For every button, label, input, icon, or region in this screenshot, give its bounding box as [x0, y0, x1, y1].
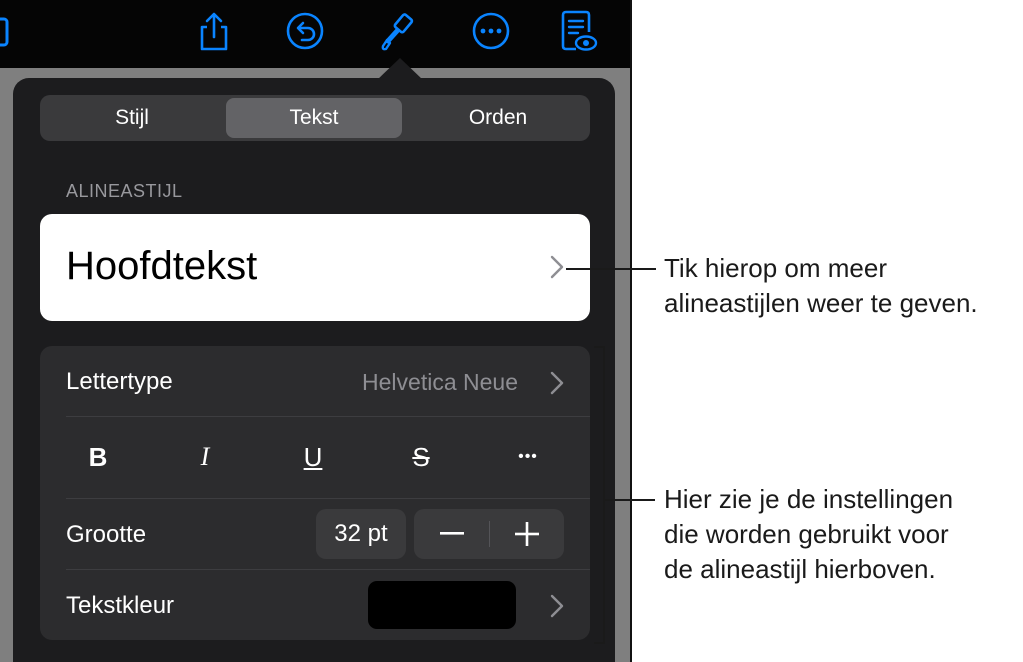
paragraph-style-value: Hoofdtekst — [66, 244, 258, 288]
underline-button[interactable]: U — [283, 427, 343, 487]
callout-bracket-bottom — [594, 642, 605, 644]
text-color-label: Tekstkleur — [66, 592, 175, 619]
format-buttons-row: B I U S ••• — [66, 427, 590, 487]
strikethrough-button[interactable]: S — [391, 427, 451, 487]
increase-size-button[interactable] — [489, 509, 564, 559]
paragraph-style-button[interactable]: Hoofdtekst — [40, 214, 590, 321]
bold-button[interactable]: B — [68, 427, 128, 487]
share-icon[interactable] — [191, 8, 237, 54]
ipad-screen: Stijl Tekst Orden ALINEASTIJL Hoofdtekst… — [0, 0, 631, 662]
text-color-swatch[interactable] — [368, 581, 516, 629]
callout-leader-line — [566, 268, 656, 270]
more-icon[interactable] — [468, 8, 514, 54]
font-size-stepper — [414, 509, 564, 559]
tab-stijl[interactable]: Stijl — [44, 98, 220, 138]
chevron-right-icon — [550, 371, 564, 400]
font-size-field[interactable]: 32 pt — [316, 509, 406, 559]
reader-view-icon[interactable] — [555, 8, 601, 54]
divider — [66, 416, 590, 417]
size-label: Grootte — [66, 521, 147, 548]
undo-icon[interactable] — [282, 8, 328, 54]
tab-orden[interactable]: Orden — [410, 98, 586, 138]
format-popover: Stijl Tekst Orden ALINEASTIJL Hoofdtekst… — [13, 78, 615, 662]
callout-bracket-top — [594, 346, 605, 348]
callout-1-line-1: Tik hierop om meer — [664, 253, 887, 283]
chevron-right-icon — [550, 255, 564, 284]
screen-edge — [630, 0, 632, 662]
text-settings-card: Lettertype Helvetica Neue B I U S ••• Gr… — [40, 346, 590, 640]
format-brush-icon[interactable] — [374, 8, 420, 54]
tab-tekst[interactable]: Tekst — [226, 98, 402, 138]
chevron-right-icon — [550, 594, 564, 623]
callout-text-1: Tik hierop om meer alineastijlen weer te… — [664, 251, 978, 321]
callout-1-line-2: alineastijlen weer te geven. — [664, 288, 978, 318]
toolbar — [0, 0, 631, 68]
font-row[interactable]: Lettertype Helvetica Neue — [66, 346, 590, 416]
popover-arrow — [377, 58, 423, 80]
callout-bracket — [603, 346, 605, 644]
callout-2-line-2: die worden gebruikt voor — [664, 519, 949, 549]
tab-control: Stijl Tekst Orden — [40, 95, 590, 141]
more-text-options-button[interactable]: ••• — [498, 427, 558, 487]
callout-2-line-1: Hier zie je de instellingen — [664, 484, 954, 514]
paragraph-style-header: ALINEASTIJL — [66, 181, 183, 201]
callout-text-2: Hier zie je de instellingen die worden g… — [664, 482, 953, 587]
font-label: Lettertype — [66, 368, 173, 395]
decrease-size-button[interactable] — [414, 509, 489, 559]
book-icon[interactable] — [0, 8, 16, 54]
font-value: Helvetica Neue — [362, 369, 518, 395]
callout-2-line-3: de alineastijl hierboven. — [664, 554, 936, 584]
italic-button[interactable]: I — [175, 427, 235, 487]
callout-leader-line — [605, 499, 655, 501]
